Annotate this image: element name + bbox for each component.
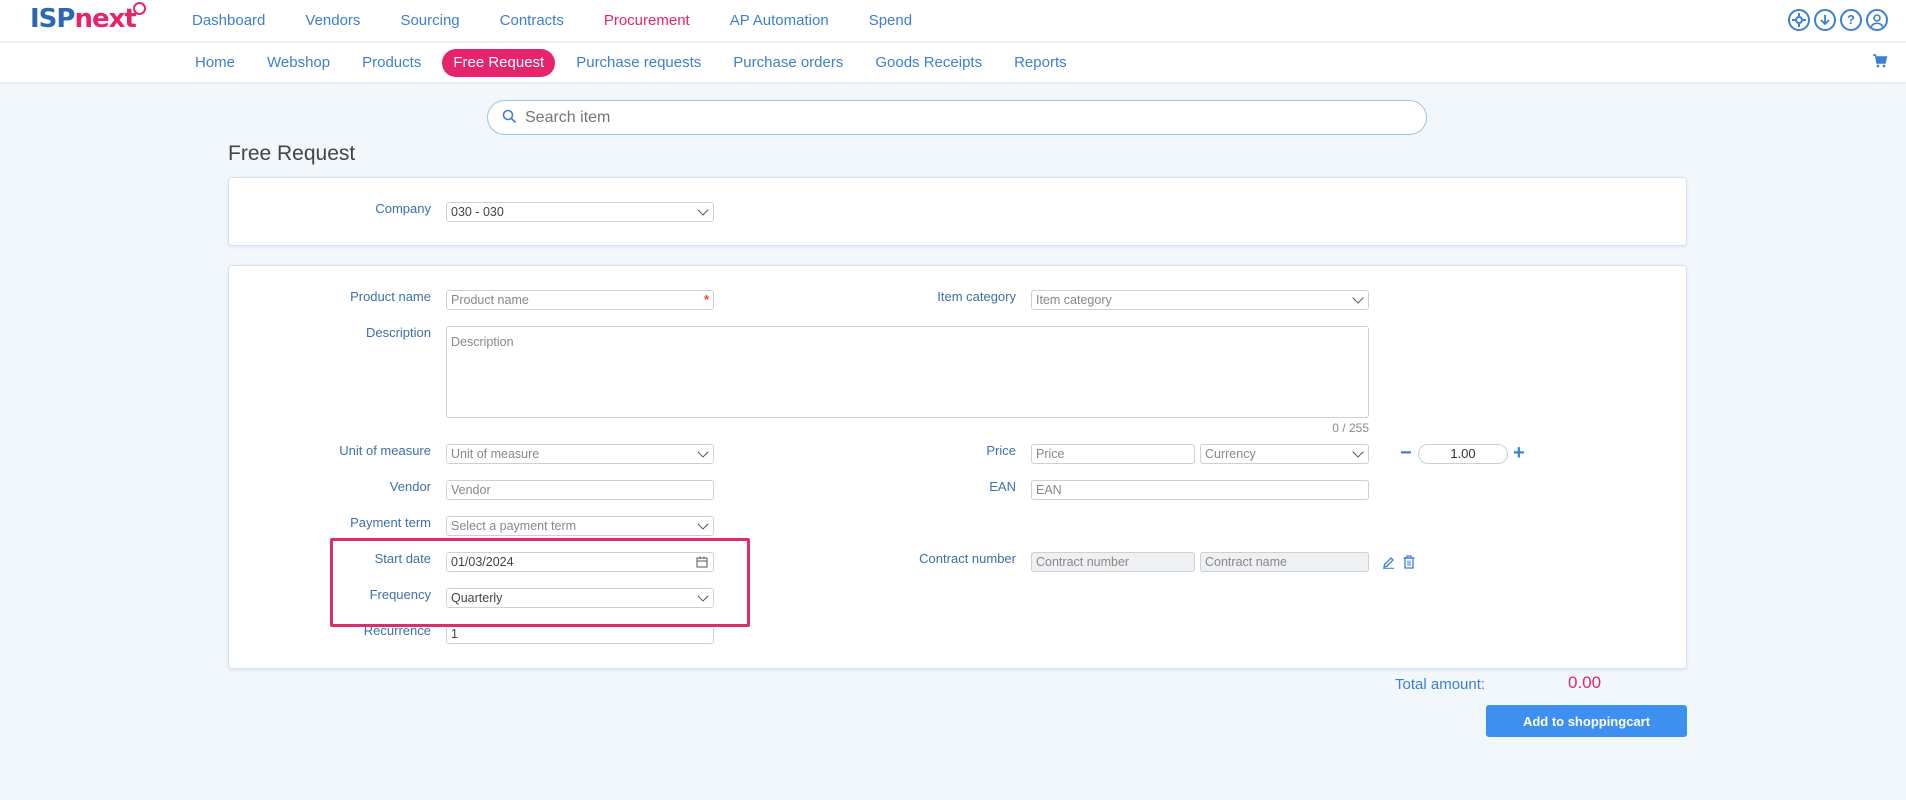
start-date-label: Start date — [374, 551, 431, 566]
description-label: Description — [365, 325, 431, 340]
increase-quantity-button[interactable]: + — [1513, 443, 1525, 463]
price-input[interactable]: Price — [1031, 444, 1195, 464]
subnav-goods-receipts[interactable]: Goods Receipts — [864, 49, 993, 77]
chevron-down-icon — [697, 204, 709, 216]
topnav-procurement[interactable]: Procurement — [604, 12, 690, 29]
decrease-quantity-button[interactable]: − — [1400, 443, 1412, 463]
logo-text-next: next — [74, 4, 136, 34]
frequency-value: Quarterly — [451, 591, 503, 605]
unit-of-measure-label: Unit of measure — [339, 443, 431, 458]
company-value: 030 - 030 — [451, 205, 504, 219]
contract-name-placeholder: Contract name — [1205, 555, 1287, 569]
ean-input[interactable]: EAN — [1031, 480, 1369, 500]
sub-navbar: Home Webshop Products Free Request Purch… — [0, 43, 1906, 83]
currency-select[interactable]: Currency — [1200, 444, 1369, 464]
price-placeholder: Price — [1036, 447, 1065, 461]
start-date-input[interactable]: 01/03/2024 — [446, 552, 714, 572]
vendor-label: Vendor — [389, 479, 431, 494]
trash-icon[interactable] — [1403, 555, 1415, 572]
chevron-down-icon — [1352, 292, 1364, 304]
subnav-reports[interactable]: Reports — [1003, 49, 1078, 77]
download-icon[interactable] — [1814, 9, 1836, 31]
required-asterisk-icon: * — [703, 292, 709, 307]
chevron-down-icon — [697, 446, 709, 458]
payment-term-select[interactable]: Select a payment term — [446, 516, 714, 536]
search-icon — [502, 109, 517, 127]
item-category-select[interactable]: Item category — [1031, 290, 1369, 310]
description-textarea[interactable]: Description — [446, 326, 1369, 418]
vendor-placeholder: Vendor — [451, 483, 491, 497]
item-category-placeholder: Item category — [1036, 293, 1112, 307]
procurement-submenu: Home Webshop Products Free Request Purch… — [184, 49, 1088, 77]
topnav-spend[interactable]: Spend — [869, 12, 912, 29]
item-category-label: Item category — [937, 289, 1016, 304]
contract-number-label: Contract number — [919, 551, 1016, 566]
calendar-icon[interactable] — [696, 556, 708, 571]
subnav-purchase-orders[interactable]: Purchase orders — [722, 49, 854, 77]
product-name-placeholder: Product name — [451, 293, 529, 307]
add-to-shoppingcart-button[interactable]: Add to shoppingcart — [1486, 705, 1687, 737]
company-label: Company — [375, 201, 431, 216]
recurrence-label: Recurrence — [363, 623, 431, 638]
subnav-home[interactable]: Home — [184, 49, 246, 77]
start-date-value: 01/03/2024 — [451, 555, 514, 569]
subnav-free-request[interactable]: Free Request — [442, 49, 556, 77]
payment-term-label: Payment term — [350, 515, 431, 530]
help-icon[interactable]: ? — [1840, 9, 1862, 31]
contract-number-placeholder: Contract number — [1036, 555, 1130, 569]
edit-pencil-icon[interactable] — [1382, 556, 1395, 572]
recurrence-input[interactable]: 1 — [446, 624, 714, 644]
chevron-down-icon — [697, 590, 709, 602]
description-char-counter: 0 / 255 — [1332, 421, 1369, 435]
vendor-input[interactable]: Vendor — [446, 480, 714, 500]
ean-placeholder: EAN — [1036, 483, 1062, 497]
recurrence-value: 1 — [451, 627, 458, 641]
unit-of-measure-placeholder: Unit of measure — [451, 447, 540, 461]
quantity-input[interactable]: 1.00 — [1418, 444, 1508, 464]
total-amount-label: Total amount: — [1395, 676, 1486, 693]
user-icon[interactable] — [1866, 9, 1888, 31]
search-input[interactable] — [525, 108, 1385, 127]
topnav-contracts[interactable]: Contracts — [500, 12, 564, 29]
contract-name-input: Contract name — [1200, 552, 1369, 572]
payment-term-placeholder: Select a payment term — [451, 519, 577, 533]
topnav-sourcing[interactable]: Sourcing — [400, 12, 459, 29]
company-select[interactable]: 030 - 030 — [446, 202, 714, 222]
subnav-webshop[interactable]: Webshop — [256, 49, 341, 77]
topnav-ap-automation[interactable]: AP Automation — [730, 12, 829, 29]
chevron-down-icon — [697, 518, 709, 530]
ean-label: EAN — [989, 479, 1016, 494]
product-name-input[interactable]: Product name * — [446, 290, 714, 310]
topnav-vendors[interactable]: Vendors — [305, 12, 360, 29]
chevron-down-icon — [1352, 446, 1364, 458]
settings-icon[interactable] — [1788, 9, 1810, 31]
currency-placeholder: Currency — [1205, 447, 1256, 461]
frequency-label: Frequency — [369, 587, 431, 602]
page-title: Free Request — [228, 142, 356, 165]
product-name-label: Product name — [350, 289, 431, 304]
subnav-products[interactable]: Products — [351, 49, 432, 77]
price-label: Price — [986, 443, 1016, 458]
top-icons: ? — [1788, 9, 1888, 31]
search-bar[interactable] — [487, 100, 1427, 135]
contract-number-input: Contract number — [1031, 552, 1195, 572]
logo-heart-icon — [133, 2, 146, 15]
unit-of-measure-select[interactable]: Unit of measure — [446, 444, 714, 464]
top-navbar: ISP next Dashboard Vendors Sourcing Cont… — [0, 0, 1906, 42]
subnav-purchase-requests[interactable]: Purchase requests — [565, 49, 712, 77]
description-placeholder: Description — [451, 335, 514, 349]
topnav-dashboard[interactable]: Dashboard — [192, 12, 265, 29]
total-amount-value: 0.00 — [1568, 673, 1602, 692]
frequency-select[interactable]: Quarterly — [446, 588, 714, 608]
shopping-cart-icon[interactable] — [1872, 53, 1888, 69]
main-menu: Dashboard Vendors Sourcing Contracts Pro… — [192, 0, 952, 40]
logo-text-isp: ISP — [30, 4, 75, 34]
ispnext-logo[interactable]: ISP next — [30, 2, 146, 38]
